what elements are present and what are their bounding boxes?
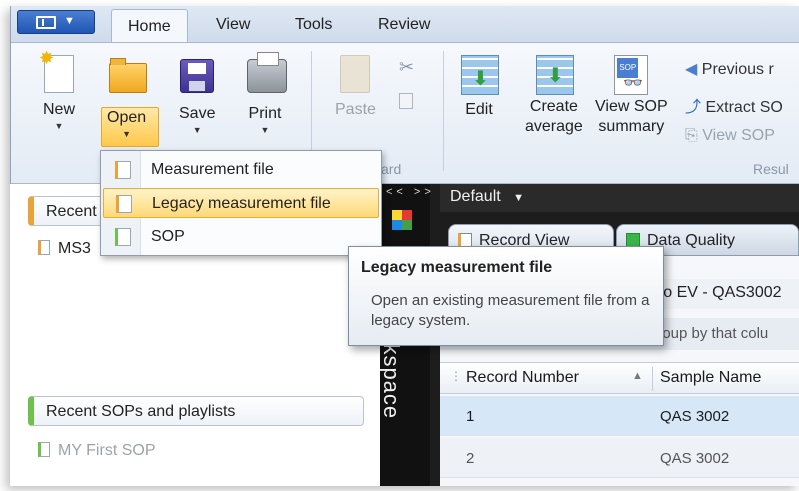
tab-review[interactable]: Review [378, 16, 430, 34]
open-folder-icon [108, 58, 147, 93]
measurement-file-icon [115, 161, 131, 179]
records-grid-header: ⋮ Record Number ▲ Sample Name [440, 362, 799, 394]
paste-clipboard-icon [340, 55, 371, 93]
menu-item-legacy-measurement-file[interactable]: Legacy measurement file [103, 188, 379, 218]
chevron-down-icon: ▼ [122, 129, 132, 139]
edit-button[interactable]: Edit [461, 55, 499, 119]
cut-scissors-icon[interactable]: ✂ [399, 57, 414, 78]
menu-item-sop[interactable]: SOP [103, 222, 379, 252]
sort-ascending-icon: ▲ [632, 370, 643, 382]
tooltip-body: Open an existing measurement file from a… [371, 292, 650, 329]
tab-home[interactable]: Home [111, 9, 188, 43]
chevron-down-icon: ▼ [260, 125, 270, 135]
measurement-file-icon [38, 240, 50, 255]
legacy-file-icon [116, 195, 132, 213]
application-menu-button[interactable]: ▼ [17, 10, 95, 34]
chevron-down-icon: ▼ [513, 192, 525, 204]
column-divider[interactable] [652, 367, 653, 391]
ribbon-tab-strip: ▼ Home View Tools Review [11, 6, 799, 43]
create-average-icon [535, 55, 574, 95]
save-disk-icon [180, 59, 215, 93]
previous-arrow-icon: ◀ [685, 61, 698, 78]
menu-item-measurement-file[interactable]: Measurement file [103, 155, 379, 185]
new-document-icon [39, 48, 74, 93]
chevron-down-icon: ▼ [64, 15, 75, 27]
copy-icon[interactable] [399, 93, 413, 109]
previous-button[interactable]: ◀ Previous r [685, 59, 774, 79]
printer-icon [247, 52, 287, 93]
column-header-record-number[interactable]: Record Number [466, 369, 579, 387]
column-grip-icon: ⋮ [450, 369, 462, 383]
extract-icon: ⤴ [685, 99, 702, 116]
column-header-sample-name[interactable]: Sample Name [660, 369, 761, 387]
recent-sop-item[interactable]: MY First SOP [38, 442, 156, 460]
view-sop-icon: ⎘ [685, 127, 698, 144]
tooltip-title: Legacy measurement file [361, 259, 553, 276]
sop-file-icon [38, 442, 50, 457]
paste-button[interactable]: Paste [335, 55, 376, 119]
ribbon-separator [443, 51, 444, 171]
sop-summary-icon [614, 55, 649, 95]
app-menu-icon [36, 16, 56, 29]
new-button[interactable]: New ▼ [39, 48, 77, 131]
recent-sops-header[interactable]: Recent SOPs and playlists [28, 396, 364, 426]
edit-grid-icon [461, 55, 499, 95]
sop-file-icon [115, 228, 131, 246]
results-group-label: Resul [753, 161, 789, 177]
view-sop-button[interactable]: ⎘ View SOP [685, 127, 775, 145]
table-row[interactable]: 1 QAS 3002 [440, 396, 799, 436]
legacy-file-tooltip: Legacy measurement file Open an existing… [348, 246, 664, 346]
print-button[interactable]: Print ▼ [247, 52, 287, 135]
tab-tools[interactable]: Tools [295, 16, 332, 34]
tab-view[interactable]: View [216, 16, 250, 34]
chevron-down-icon: ▼ [192, 125, 202, 135]
recent-file-item[interactable]: MS3 [38, 240, 91, 258]
create-average-button[interactable]: Create average [525, 55, 583, 137]
chevron-down-icon: ▼ [54, 121, 64, 131]
view-sop-summary-button[interactable]: View SOP summary [595, 55, 668, 137]
open-button[interactable]: Open ▼ [107, 55, 147, 139]
view-selector-dropdown[interactable]: Default ▼ [440, 184, 799, 212]
workspace-color-icon[interactable] [392, 210, 412, 230]
table-row[interactable]: 2 QAS 3002 [440, 438, 799, 478]
open-dropdown-menu: Measurement file Legacy measurement file… [100, 150, 382, 256]
extract-sop-button[interactable]: ⤴ Extract SO [685, 93, 783, 117]
collapse-chevrons[interactable]: << >> [386, 186, 435, 198]
clipboard-group-label: ard [381, 161, 402, 177]
save-button[interactable]: Save ▼ [179, 55, 215, 135]
